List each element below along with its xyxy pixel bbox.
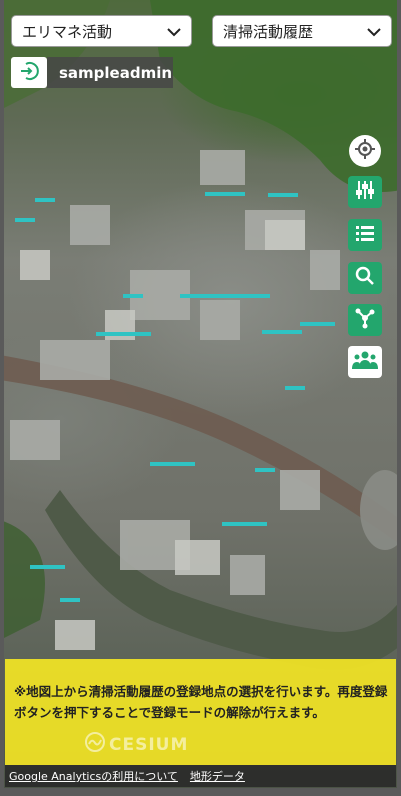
notice-text: ※地図上から清掃活動履歴の登録地点の選択を行います。再度登録ボタンを押下すること… — [14, 684, 388, 720]
logout-icon — [18, 60, 40, 86]
chevron-down-icon — [165, 23, 183, 45]
history-select-value: 清掃活動履歴 — [223, 22, 314, 41]
locate-button[interactable] — [349, 135, 381, 167]
area-select[interactable]: エリマネ活動 — [11, 15, 192, 47]
area-select-value: エリマネ活動 — [22, 22, 113, 41]
chevron-down-icon — [365, 23, 383, 45]
search-icon — [354, 265, 376, 291]
cesium-logo: CESIUM — [84, 731, 188, 758]
filter-button[interactable] — [348, 176, 382, 208]
cesium-brand: CESIUM — [109, 734, 189, 755]
terrain-data-link[interactable]: 地形データ — [190, 768, 245, 784]
register-mode-notice: ※地図上から清掃活動履歴の登録地点の選択を行います。再度登録ボタンを押下すること… — [5, 659, 396, 765]
sliders-icon — [354, 179, 376, 205]
logout-button[interactable] — [11, 57, 47, 88]
share-button[interactable] — [348, 304, 382, 336]
list-icon — [354, 222, 376, 248]
users-button[interactable] — [348, 346, 382, 378]
cesium-icon — [84, 731, 106, 758]
search-button[interactable] — [348, 262, 382, 294]
list-button[interactable] — [348, 219, 382, 251]
user-bar: sampleadmin — [11, 57, 173, 88]
username: sampleadmin — [47, 57, 173, 88]
share-icon — [353, 307, 377, 333]
locate-icon — [354, 138, 376, 164]
history-select[interactable]: 清掃活動履歴 — [212, 15, 392, 47]
analytics-link[interactable]: Google Analyticsの利用について — [9, 768, 178, 784]
footer-bar: Google Analyticsの利用について 地形データ — [5, 765, 396, 787]
users-icon — [352, 350, 378, 374]
